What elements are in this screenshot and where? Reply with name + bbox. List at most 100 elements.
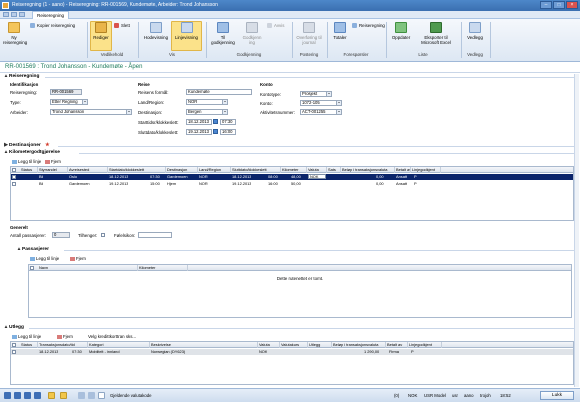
approve-button[interactable]: Godkjenn ing (240, 22, 264, 45)
passengers-add-line-button[interactable]: Legg til linje (30, 256, 59, 262)
row-checkbox[interactable] (12, 175, 16, 179)
start-time-field[interactable]: 07:30 (220, 119, 236, 125)
post-journal-button[interactable]: Overføring til journal (294, 22, 324, 45)
totals-button[interactable]: Totaler (330, 22, 350, 40)
col-end[interactable]: Sluttdato/klokkeslett (231, 167, 281, 173)
col-status[interactable]: Status (20, 167, 38, 173)
col-km[interactable]: Kilometer (281, 167, 307, 173)
col-destination[interactable]: Destinasjon (166, 167, 198, 173)
save-icon[interactable] (11, 12, 17, 17)
line-view-button[interactable]: Linjevisning (172, 22, 201, 40)
document-icon[interactable] (78, 392, 85, 399)
first-record-icon[interactable] (4, 392, 11, 399)
mileage-add-line-button[interactable]: Legg til linje (12, 159, 41, 165)
escort-field[interactable] (138, 232, 172, 238)
attachment-icon[interactable] (88, 392, 95, 399)
table-row[interactable]: 18.12.2013 07:30 Mobiltelt - innland Nor… (11, 349, 573, 355)
col-departure[interactable]: Avreisested (68, 167, 108, 173)
col-currency[interactable]: Valuta (258, 342, 280, 348)
table-row[interactable]: Bil Gardemoen 19.12.2013 15:00 Hjem NOR … (11, 181, 573, 187)
last-record-icon[interactable] (34, 392, 41, 399)
chevron-down-icon[interactable] (82, 100, 87, 104)
edit-mode-icon[interactable] (48, 392, 55, 399)
col-expense[interactable]: Utlegg (308, 342, 332, 348)
new-expense-button[interactable]: Ny reiseregning (3, 22, 27, 45)
section-passengers[interactable]: ▲Passasjerer (16, 247, 576, 253)
notes-icon[interactable] (98, 392, 105, 399)
trailer-checkbox[interactable] (101, 233, 105, 237)
mileage-remove-button[interactable]: Fjern (45, 159, 61, 165)
calendar-icon[interactable] (213, 129, 218, 134)
col-paidby[interactable]: Betalt av (386, 342, 408, 348)
worker-select[interactable]: Trond Johansson (50, 109, 132, 115)
expenses-add-line-button[interactable]: Legg til linje (12, 334, 41, 340)
reject-button[interactable]: Avvis (267, 23, 284, 29)
calendar-icon[interactable] (213, 119, 218, 124)
end-time-field[interactable]: 16:00 (220, 129, 236, 135)
col-amount[interactable]: Beløp i transaksjonsvaluta (332, 342, 386, 348)
account-type-select[interactable]: Prosjekt (300, 91, 332, 97)
chevron-down-icon[interactable] (222, 100, 227, 104)
cell-currency-input[interactable]: NOK (308, 174, 326, 179)
export-excel-button[interactable]: Eksporter til Microsoft Excel (415, 22, 457, 45)
row-checkbox[interactable] (12, 350, 16, 354)
end-date-field[interactable]: 19.12.2013 (186, 129, 212, 135)
section-expense[interactable]: ▲Reiseregning (3, 74, 577, 80)
chevron-down-icon[interactable] (126, 110, 131, 114)
vertical-scrollbar[interactable] (574, 74, 579, 387)
col-rate[interactable]: Sats (327, 167, 341, 173)
col-approved[interactable]: Linjegodkjent (411, 167, 441, 173)
pencil-icon[interactable] (60, 392, 67, 399)
col-name[interactable]: Navn (38, 265, 138, 271)
passenger-count-field[interactable]: 0 (52, 232, 70, 238)
copy-expense-button[interactable]: Kopier reiseregning (30, 23, 75, 29)
select-all-checkbox[interactable] (30, 266, 34, 270)
country-select[interactable]: NOR (186, 99, 228, 105)
col-amount[interactable]: Beløp i transaksjonsvaluta (341, 167, 395, 173)
minimize-button[interactable]: – (540, 1, 552, 9)
col-start[interactable]: Startdato/klokkeslett (108, 167, 166, 173)
refresh-button[interactable]: Oppdater (389, 22, 413, 40)
col-category[interactable]: Kategori (88, 342, 150, 348)
col-exchange-rate[interactable]: Valutakurs (280, 342, 308, 348)
delete-button[interactable]: Slett (114, 23, 130, 29)
close-form-button[interactable]: Lukk (540, 391, 574, 400)
travel-enquiry-button[interactable]: Reiseregning (352, 23, 385, 29)
header-view-button[interactable]: Hodevisning (143, 22, 169, 40)
col-approved[interactable]: Linjegodkjent (408, 342, 442, 348)
close-window-button[interactable]: × (566, 1, 578, 9)
tab-reiseregning[interactable]: Reiseregning (32, 11, 70, 19)
chevron-down-icon[interactable] (222, 110, 227, 114)
next-record-icon[interactable] (24, 392, 31, 399)
col-status[interactable]: Status (20, 342, 38, 348)
col-paidby[interactable]: Betalt av (395, 167, 411, 173)
attachments-button[interactable]: Vedlegg (464, 22, 486, 40)
maximize-button[interactable]: □ (553, 1, 565, 9)
previous-record-icon[interactable] (14, 392, 21, 399)
help-icon[interactable] (19, 12, 25, 17)
col-description[interactable]: Beskrivelse (150, 342, 258, 348)
chevron-down-icon[interactable] (326, 92, 331, 96)
account-select[interactable]: 1072-105 (300, 100, 342, 106)
type-select[interactable]: Etter Regning (50, 99, 88, 105)
destination-select[interactable]: Bergen (186, 109, 228, 115)
edit-button[interactable]: Rediger (91, 22, 111, 40)
col-date[interactable]: Transaksjonsdato/tid (38, 342, 88, 348)
col-km[interactable]: Kilometer (138, 265, 188, 271)
section-expenses[interactable]: ▲Utlegg (3, 325, 577, 331)
col-share[interactable]: Styrrandel (38, 167, 68, 173)
chevron-down-icon[interactable] (336, 110, 341, 114)
row-checkbox[interactable] (12, 182, 16, 186)
col-currency[interactable]: Valuta (307, 167, 327, 173)
passengers-remove-button[interactable]: Fjern (70, 256, 86, 262)
purpose-field[interactable]: Kundemøte (186, 89, 252, 95)
chevron-down-icon[interactable] (336, 101, 341, 105)
select-all-checkbox[interactable] (12, 168, 16, 172)
col-country[interactable]: Land/Region (198, 167, 231, 173)
submit-approval-button[interactable]: Til godkjenning (209, 22, 237, 45)
select-credit-card-button[interactable]: Velg kredittkorttran sks... (88, 334, 136, 340)
section-mileage[interactable]: ▲Kilometergodtgjørelse (3, 150, 577, 156)
section-destinations[interactable]: ▶Destinasjoner ★ (3, 143, 577, 149)
table-row[interactable]: Bil Oslo 18.12.2013 07:30 Gardemoen NOR … (11, 174, 573, 180)
file-menu-icon[interactable] (3, 12, 9, 17)
